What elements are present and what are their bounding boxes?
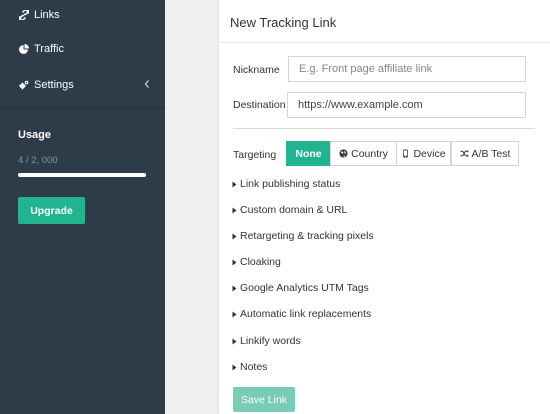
sidebar-item-links[interactable]: Links	[18, 5, 60, 25]
caret-right-icon	[232, 338, 237, 345]
sidebar-item-label: Traffic	[34, 43, 64, 55]
caret-right-icon	[232, 364, 237, 371]
collapsible-section-label: Retargeting & tracking pixels	[240, 230, 374, 242]
collapsible-section[interactable]: Link publishing status	[232, 178, 340, 190]
collapsible-section-label: Cloaking	[240, 256, 281, 268]
save-link-button[interactable]: Save Link	[233, 387, 295, 412]
pie-chart-icon	[18, 44, 29, 55]
sidebar-divider	[0, 108, 165, 109]
usage-count: 4 / 2, 000	[18, 155, 58, 166]
targeting-label: Targeting	[233, 149, 277, 161]
shuffle-icon	[459, 149, 469, 158]
caret-right-icon	[232, 311, 237, 318]
caret-right-icon	[232, 181, 237, 188]
collapsible-section-label: Linkify words	[240, 335, 301, 347]
link-icon	[18, 10, 29, 21]
usage-title: Usage	[18, 129, 52, 141]
collapsible-section[interactable]: Automatic link replacements	[232, 308, 371, 320]
usage-progress-fill	[18, 173, 146, 177]
targeting-option-device[interactable]: Device	[396, 141, 451, 166]
collapsible-section-label: Custom domain & URL	[240, 204, 348, 216]
targeting-option-label: Country	[351, 147, 388, 160]
nickname-label: Nickname	[233, 64, 280, 76]
collapsible-section-label: Link publishing status	[240, 178, 341, 190]
collapsible-section[interactable]: Cloaking	[232, 256, 281, 268]
targeting-option-label: Device	[413, 147, 446, 160]
caret-right-icon	[232, 207, 237, 214]
collapsible-section[interactable]: Google Analytics UTM Tags	[232, 282, 369, 294]
targeting-option-ab-test[interactable]: A/B Test	[451, 141, 519, 166]
caret-right-icon	[232, 285, 237, 292]
sidebar-item-traffic[interactable]: Traffic	[18, 39, 64, 59]
targeting-option-none[interactable]: None	[286, 141, 331, 166]
sidebar-item-settings[interactable]: Settings	[18, 75, 74, 95]
upgrade-button[interactable]: Upgrade	[18, 197, 85, 224]
destination-input[interactable]	[287, 92, 526, 118]
caret-right-icon	[232, 259, 237, 266]
collapsible-section-label: Notes	[240, 361, 268, 373]
sidebar-item-label: Links	[34, 9, 60, 21]
collapsible-section[interactable]: Retargeting & tracking pixels	[232, 230, 374, 242]
globe-icon	[339, 149, 348, 158]
mobile-icon	[403, 149, 409, 158]
targeting-option-country[interactable]: Country	[330, 141, 397, 166]
targeting-option-label: A/B Test	[471, 147, 511, 160]
page-title: New Tracking Link	[230, 15, 337, 30]
cogs-icon	[18, 80, 29, 91]
usage-progress-bar	[18, 173, 146, 177]
nickname-input[interactable]	[288, 56, 526, 82]
collapsible-section-label: Automatic link replacements	[240, 308, 372, 320]
new-link-panel: New Tracking Link Nickname Destination T…	[218, 0, 550, 414]
sidebar: Links Traffic Settings Usage 4 / 2, 000 …	[0, 0, 165, 414]
targeting-option-label: None	[295, 147, 322, 160]
collapsible-section[interactable]: Notes	[232, 361, 267, 373]
sidebar-item-label: Settings	[34, 79, 74, 91]
collapsible-section[interactable]: Linkify words	[232, 335, 301, 347]
chevron-left-icon[interactable]	[143, 79, 151, 91]
collapsible-section[interactable]: Custom domain & URL	[232, 204, 347, 216]
panel-header: New Tracking Link	[219, 0, 550, 43]
form-divider	[233, 128, 535, 129]
destination-label: Destination	[233, 99, 286, 111]
caret-right-icon	[232, 233, 237, 240]
collapsible-section-label: Google Analytics UTM Tags	[240, 282, 369, 294]
